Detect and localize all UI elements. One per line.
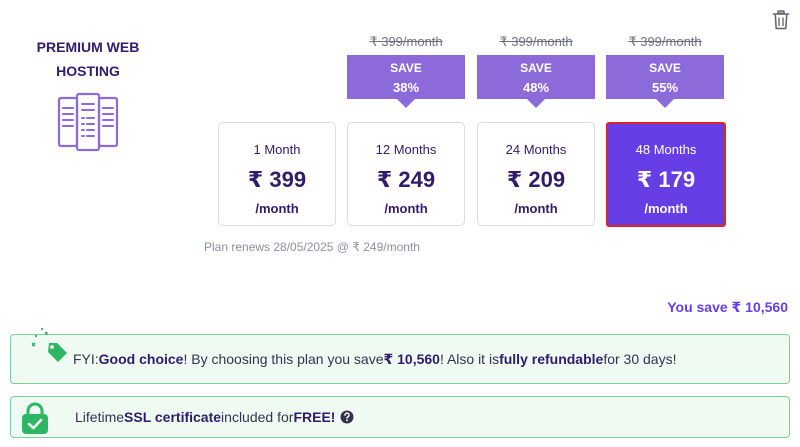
save-badge-percent: 38%	[392, 80, 420, 95]
server-icon	[57, 92, 119, 152]
trash-icon[interactable]	[772, 10, 790, 30]
period-option-48-months[interactable]: 48 Months ₹ 179 /month	[606, 122, 726, 227]
old-price-48: ₹ 399/month	[628, 34, 702, 49]
ssl-free: FREE!	[293, 409, 336, 425]
period-label: 24 Months	[505, 142, 567, 157]
lock-icon	[22, 402, 48, 434]
period-option-1-month[interactable]: 1 Month ₹ 399 /month	[218, 122, 336, 226]
period-option-12-months[interactable]: 12 Months ₹ 249 /month	[347, 122, 465, 226]
save-badge-24: SAVE 48%	[477, 55, 595, 108]
save-badge-label: SAVE	[649, 61, 681, 75]
fyi-refundable: fully refundable	[499, 351, 604, 367]
fyi-prefix: FYI:	[73, 351, 99, 367]
old-price-24: ₹ 399/month	[499, 34, 573, 49]
fyi-good-choice: Good choice	[98, 351, 184, 367]
fyi-amount: ₹ 10,560	[383, 350, 440, 367]
period-option-24-months[interactable]: 24 Months ₹ 209 /month	[477, 122, 595, 226]
period-unit: /month	[514, 201, 558, 216]
product-title: PREMIUM WEB HOSTING	[36, 39, 140, 79]
good-choice-notice: FYI: Good choice ! By choosing this plan…	[10, 327, 790, 384]
period-unit: /month	[255, 201, 299, 216]
period-price: ₹ 179	[636, 167, 696, 192]
save-badge-48: SAVE 55%	[606, 55, 724, 108]
save-badge-label: SAVE	[520, 61, 552, 75]
save-badge-12: SAVE 38%	[347, 55, 465, 108]
renewal-text: Plan renews 28/05/2025 @ ₹ 249/month	[204, 240, 420, 254]
help-icon[interactable]	[340, 410, 354, 424]
fyi-mid: ! By choosing this plan you save	[183, 351, 384, 367]
old-price-12: ₹ 399/month	[369, 34, 443, 49]
period-label: 1 Month	[253, 142, 301, 157]
fyi-text: FYI: Good choice ! By choosing this plan…	[73, 335, 676, 383]
period-label: 12 Months	[375, 142, 437, 157]
period-price: ₹ 399	[247, 167, 307, 192]
ssl-notice: Lifetime SSL certificate included for FR…	[10, 396, 790, 438]
period-unit: /month	[384, 201, 428, 216]
save-badge-label: SAVE	[390, 61, 422, 75]
tag-icon	[31, 327, 67, 362]
period-price: ₹ 209	[506, 167, 566, 192]
save-badge-percent: 48%	[522, 80, 550, 95]
save-badge-percent: 55%	[651, 80, 679, 95]
ssl-prefix: Lifetime	[75, 409, 125, 425]
fyi-mid2: ! Also it is	[439, 351, 500, 367]
fyi-suffix: for 30 days!	[603, 351, 677, 367]
ssl-text: Lifetime SSL certificate included for FR…	[75, 397, 354, 437]
ssl-cert: SSL certificate	[124, 409, 222, 425]
period-unit: /month	[644, 201, 688, 216]
ssl-mid: included for	[221, 409, 294, 425]
period-label: 48 Months	[635, 142, 697, 157]
period-price: ₹ 249	[376, 167, 436, 192]
savings-total: You save ₹ 10,560	[667, 299, 788, 315]
